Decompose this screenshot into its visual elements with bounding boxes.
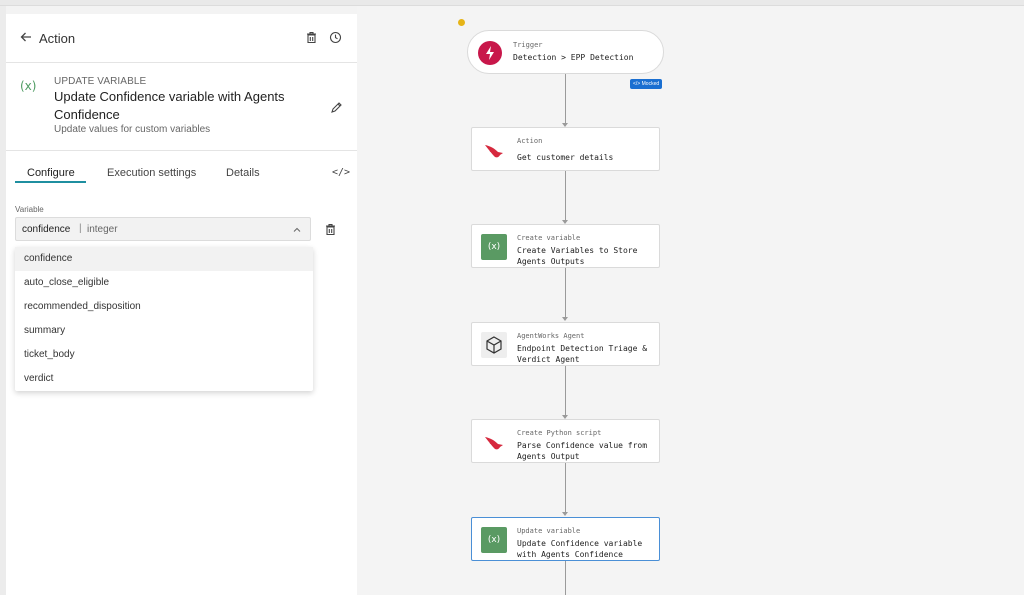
node-kind: Create Python script <box>517 429 602 437</box>
variable-icon: (x) <box>481 527 507 553</box>
node-name: Endpoint Detection Triage & Verdict Agen… <box>517 344 648 364</box>
arrow-left-icon[interactable] <box>19 30 33 44</box>
node-name: Update Confidence variable with Agents C… <box>517 539 643 559</box>
workflow-canvas[interactable]: Trigger Detection > EPP Detection </> Mo… <box>357 6 1024 595</box>
tab-configure[interactable]: Configure <box>27 167 75 179</box>
connector-line <box>565 366 566 416</box>
node-kind: Update variable <box>517 527 581 535</box>
dropdown-option[interactable]: recommended_disposition <box>15 295 313 319</box>
lightning-icon <box>478 41 502 65</box>
cube-icon <box>481 332 507 358</box>
falcon-icon <box>481 429 507 455</box>
chevron-up-icon <box>293 227 301 232</box>
action-panel: Action (x) UPDATE VARIABLE Update Confid… <box>6 14 357 595</box>
node-kind: Trigger <box>513 41 543 49</box>
trash-icon[interactable] <box>324 223 337 236</box>
dropdown-option[interactable]: verdict <box>15 367 313 391</box>
workflow-node-create-variable[interactable]: (x) Create variable Create Variables to … <box>471 224 660 268</box>
connector-line <box>565 74 566 124</box>
panel-title: Action <box>39 31 76 46</box>
mocked-badge: </> Mocked <box>630 79 663 89</box>
node-name: Create Variables to Store Agents Outputs <box>517 246 638 266</box>
action-description: Update values for custom variables <box>54 124 211 135</box>
variable-dropdown: confidence auto_close_eligible recommend… <box>15 247 313 391</box>
node-kind: Action <box>517 137 543 145</box>
node-kind: Create variable <box>517 234 581 242</box>
workflow-node-update-variable[interactable]: (x) Update variable Update Confidence va… <box>471 517 660 561</box>
pencil-icon[interactable] <box>330 101 343 114</box>
variable-field-label: Variable <box>15 205 44 214</box>
active-tab-indicator <box>15 181 86 183</box>
connector-line <box>565 463 566 513</box>
select-separator: | <box>79 223 82 234</box>
tab-execution-settings[interactable]: Execution settings <box>107 167 196 179</box>
variable-icon: (x) <box>481 234 507 260</box>
variable-select[interactable]: confidence | integer <box>15 217 311 241</box>
action-info: (x) UPDATE VARIABLE Update Confidence va… <box>6 63 357 151</box>
workflow-node-python-script[interactable]: Create Python script Parse Confidence va… <box>471 419 660 463</box>
tab-details[interactable]: Details <box>226 167 260 179</box>
dropdown-option[interactable]: summary <box>15 319 313 343</box>
history-icon[interactable] <box>329 31 342 44</box>
trash-icon[interactable] <box>305 31 318 44</box>
connector-line <box>565 171 566 221</box>
dropdown-option[interactable]: ticket_body <box>15 343 313 367</box>
code-view-icon[interactable]: </> <box>332 167 350 178</box>
connector-line <box>565 268 566 318</box>
action-title: Update Confidence variable with Agents C… <box>54 89 285 122</box>
dropdown-option[interactable]: auto_close_eligible <box>15 271 313 295</box>
action-kind: UPDATE VARIABLE <box>54 76 147 87</box>
node-name: Detection > EPP Detection <box>513 53 634 62</box>
node-name: Get customer details <box>517 153 614 162</box>
warning-dot-icon[interactable] <box>458 19 465 26</box>
workflow-node-agentworks-agent[interactable]: AgentWorks Agent Endpoint Detection Tria… <box>471 322 660 366</box>
dropdown-option[interactable]: confidence <box>15 247 313 271</box>
connector-line <box>565 561 566 595</box>
variable-type: integer <box>87 224 118 235</box>
selected-variable: confidence <box>22 224 71 235</box>
trigger-node[interactable]: Trigger Detection > EPP Detection <box>467 30 664 74</box>
node-name: Parse Confidence value from Agents Outpu… <box>517 441 648 461</box>
node-kind: AgentWorks Agent <box>517 332 585 340</box>
variable-icon: (x) <box>20 79 37 93</box>
connector-arrow <box>562 317 568 321</box>
panel-header: Action <box>6 14 357 63</box>
workflow-node-action[interactable]: Action Get customer details <box>471 127 660 171</box>
connector-arrow <box>562 512 568 516</box>
falcon-icon <box>481 137 507 163</box>
